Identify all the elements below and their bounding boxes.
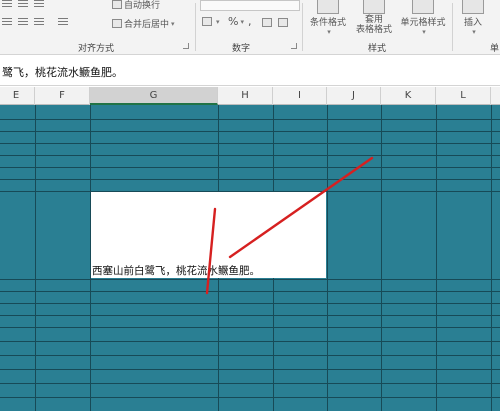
- increase-indent-button[interactable]: [34, 18, 46, 27]
- format-as-table-icon: [363, 0, 385, 14]
- chevron-down-icon: ▾: [171, 19, 175, 28]
- orientation-button[interactable]: [58, 18, 70, 27]
- decrease-indent-icon: [18, 18, 28, 27]
- align-right-button[interactable]: [34, 0, 46, 9]
- percent-icon: %: [228, 15, 239, 28]
- align-top-button[interactable]: [2, 18, 14, 27]
- conditional-formatting-button[interactable]: 条件格式 ▾: [310, 0, 346, 36]
- formula-bar[interactable]: 鹭飞，桃花流水鳜鱼肥。: [0, 56, 500, 86]
- alignment-group-label: 对齐方式: [78, 44, 115, 54]
- wrap-text-label: 自动换行: [124, 1, 161, 11]
- chevron-down-icon: ▾: [240, 17, 244, 26]
- ribbon: 自动换行 合并后居中 ▾ 对齐方式 ▾ % ▾ , 数字 条件格式 ▾ 套用 表格…: [0, 0, 500, 55]
- merge-center-label: 合并后居中: [124, 20, 170, 30]
- number-format-select[interactable]: [200, 0, 300, 11]
- cell-styles-icon: [412, 0, 434, 14]
- format-as-table-label: 套用 表格格式: [356, 15, 393, 35]
- increase-decimal-button[interactable]: [262, 18, 274, 27]
- wrap-text-icon: [112, 0, 122, 9]
- formula-bar-text[interactable]: 鹭飞，桃花流水鳜鱼肥。: [2, 64, 123, 80]
- number-group-label: 数字: [232, 44, 251, 54]
- comma-icon: ,: [248, 15, 252, 28]
- chevron-down-icon: ▾: [472, 28, 476, 36]
- merge-center-icon: [112, 19, 122, 28]
- annotation-overlay: [205, 156, 374, 295]
- increase-indent-icon: [34, 18, 44, 27]
- align-left-icon: [2, 0, 12, 9]
- conditional-formatting-icon: [317, 0, 339, 14]
- worksheet-grid[interactable]: 西塞山前白鹭飞，桃花流水鳜鱼肥。: [0, 105, 500, 411]
- accounting-format-button[interactable]: ▾: [202, 17, 220, 26]
- align-left-button[interactable]: [2, 0, 14, 9]
- currency-icon: [202, 17, 212, 26]
- column-header-k[interactable]: K: [381, 87, 436, 105]
- column-header-l[interactable]: L: [436, 87, 491, 105]
- cell-styles-label: 单元格样式: [400, 18, 446, 28]
- chevron-down-icon: ▾: [422, 28, 426, 36]
- column-header-f[interactable]: F: [35, 87, 90, 105]
- chevron-down-icon: ▾: [327, 28, 331, 36]
- align-justify-icon: [2, 18, 12, 27]
- align-center-icon: [18, 0, 28, 9]
- column-header-i[interactable]: I: [273, 87, 327, 105]
- ribbon-separator: [452, 3, 453, 51]
- increase-decimal-icon: [262, 18, 272, 27]
- alignment-dialog-launcher-icon[interactable]: [183, 43, 189, 49]
- cell-styles-button[interactable]: 单元格样式 ▾: [400, 0, 446, 36]
- decrease-decimal-icon: [278, 18, 288, 27]
- decrease-indent-button[interactable]: [18, 18, 30, 27]
- chevron-down-icon: ▾: [216, 17, 220, 26]
- insert-cells-button[interactable]: 插入 ▾: [460, 0, 486, 36]
- decrease-decimal-button[interactable]: [278, 18, 290, 27]
- percent-style-button[interactable]: % ▾: [228, 15, 244, 28]
- annotation-stroke: [205, 207, 217, 295]
- align-center-button[interactable]: [18, 0, 30, 9]
- format-as-table-button[interactable]: 套用 表格格式: [356, 0, 392, 35]
- comma-style-button[interactable]: ,: [248, 15, 252, 28]
- conditional-formatting-label: 条件格式: [310, 18, 347, 28]
- column-headers: E F G H I J K L: [0, 87, 500, 105]
- insert-cells-label: 插入: [463, 18, 482, 28]
- column-header-e[interactable]: E: [0, 87, 35, 105]
- ribbon-separator: [195, 3, 196, 51]
- column-header-j[interactable]: J: [327, 87, 381, 105]
- ribbon-separator: [302, 3, 303, 51]
- column-header-g[interactable]: G: [90, 87, 218, 105]
- merge-center-button[interactable]: 合并后居中 ▾: [112, 17, 175, 30]
- orientation-icon: [58, 18, 68, 27]
- styles-group-label: 样式: [368, 44, 387, 54]
- cells-group-label: 单: [490, 44, 500, 54]
- insert-cells-icon: [462, 0, 484, 14]
- number-dialog-launcher-icon[interactable]: [291, 43, 297, 49]
- annotation-stroke: [228, 156, 374, 259]
- align-right-icon: [34, 0, 44, 9]
- wrap-text-button[interactable]: 自动换行: [112, 0, 160, 11]
- column-header-h[interactable]: H: [218, 87, 273, 105]
